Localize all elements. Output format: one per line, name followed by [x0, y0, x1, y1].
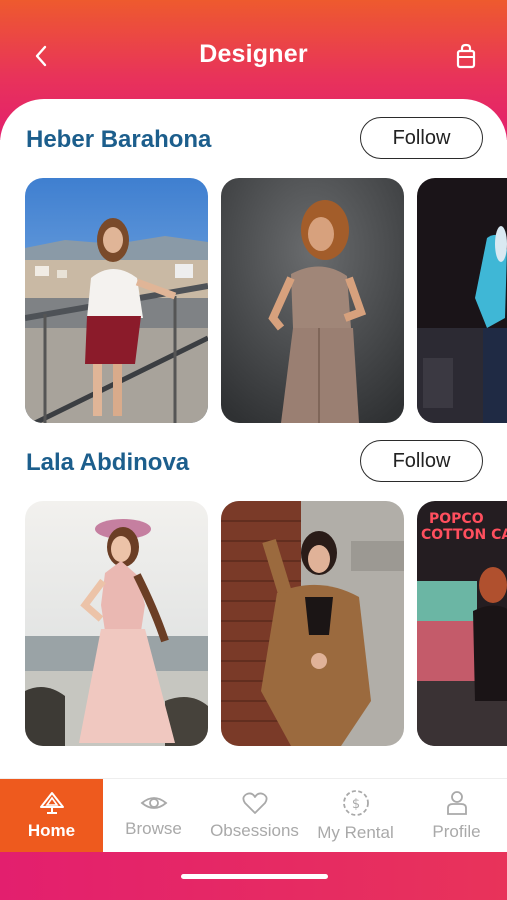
page-title: Designer	[199, 40, 308, 68]
tab-my-rental-label: My Rental	[317, 822, 394, 842]
home-icon	[39, 791, 64, 814]
designer-name[interactable]: Heber Barahona	[26, 126, 211, 154]
svg-text:COTTON CA: COTTON CA	[421, 527, 507, 543]
bottom-tab-bar: Home Browse Obsessions $ My Rental Profi…	[0, 778, 507, 852]
tab-my-rental[interactable]: $ My Rental	[305, 779, 406, 852]
tab-browse[interactable]: Browse	[103, 779, 204, 852]
eye-icon	[140, 796, 167, 809]
tab-home-label: Home	[27, 820, 76, 840]
svg-text:$: $	[351, 797, 359, 812]
designer-photo[interactable]	[25, 178, 208, 423]
designer-photo[interactable]	[221, 501, 404, 746]
tab-profile-label: Profile	[432, 821, 481, 841]
tab-obsessions[interactable]: Obsessions	[204, 779, 305, 852]
user-icon	[446, 790, 467, 815]
designer-photo[interactable]	[25, 501, 208, 746]
tab-profile[interactable]: Profile	[406, 779, 507, 852]
heart-icon	[242, 792, 267, 814]
photo-carousel[interactable]: POPCO COTTON CA	[25, 501, 507, 746]
designer-photo[interactable]: POPCO COTTON CA	[417, 501, 507, 746]
designer-list: Heber Barahona Follow Lala Abdinova Foll…	[0, 99, 507, 779]
designer-section: Heber Barahona Follow	[0, 99, 507, 429]
designer-section: Lala Abdinova Follow POPCO COTTON CA	[0, 429, 507, 759]
tab-home[interactable]: Home	[0, 779, 103, 852]
tab-obsessions-label: Obsessions	[210, 820, 299, 840]
svg-text:POPCO: POPCO	[429, 511, 484, 527]
system-bottom-bar	[0, 852, 507, 900]
tab-browse-label: Browse	[125, 818, 182, 838]
follow-button[interactable]: Follow	[360, 117, 483, 159]
dollar-circle-icon: $	[342, 789, 369, 816]
designer-photo[interactable]	[221, 178, 404, 423]
shopping-bag-button[interactable]	[453, 40, 479, 72]
designer-name[interactable]: Lala Abdinova	[26, 449, 189, 477]
shopping-bag-icon	[456, 43, 476, 69]
designer-photo[interactable]	[417, 178, 507, 423]
home-indicator[interactable]	[181, 874, 328, 879]
follow-button[interactable]: Follow	[360, 440, 483, 482]
photo-carousel[interactable]	[25, 178, 507, 423]
